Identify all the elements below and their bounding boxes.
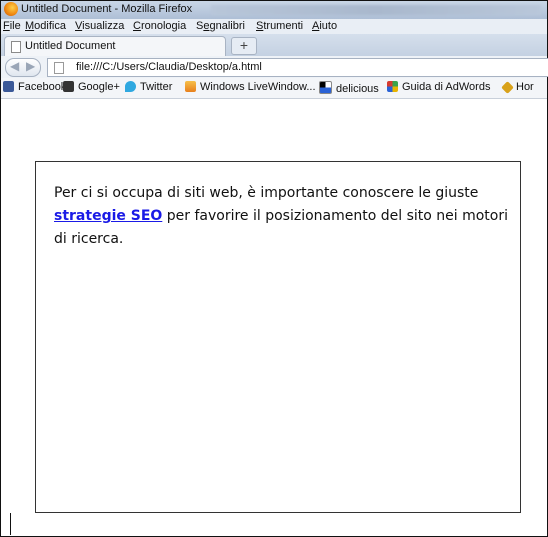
menu-segnalibri-label: gnalibri bbox=[209, 20, 245, 32]
menu-strumenti-label: trumenti bbox=[263, 20, 304, 32]
title-bar-blur bbox=[211, 5, 541, 15]
menu-aiuto[interactable]: Aiuto bbox=[312, 20, 337, 32]
bookmark-label: Twitter bbox=[140, 81, 173, 93]
menu-cronologia-label: ronologia bbox=[140, 20, 187, 32]
menu-modifica-accel: M bbox=[25, 20, 35, 32]
facebook-icon bbox=[3, 81, 14, 92]
bookmark-label: delicious bbox=[336, 83, 379, 95]
tab-untitled-document[interactable]: Untitled Document bbox=[4, 36, 226, 56]
bookmark-adwords[interactable]: Guida di AdWords bbox=[387, 81, 490, 95]
menu-cronologia[interactable]: Cronologia bbox=[133, 20, 186, 32]
bookmark-facebook[interactable]: Facebook bbox=[3, 81, 66, 95]
bookmark-label: Facebook bbox=[18, 81, 67, 93]
bookmarks-bar: Facebook Google+ Twitter Windows LiveWin… bbox=[1, 78, 547, 99]
navigation-bar: ◀ ▶ file:///C:/Users/Claudia/Desktop/a.h… bbox=[1, 56, 548, 79]
seo-strategies-link[interactable]: strategie SEO bbox=[54, 208, 162, 224]
tab-title: Untitled Document bbox=[25, 40, 116, 52]
menu-segnalibri[interactable]: Segnalibri bbox=[196, 20, 245, 32]
menu-strumenti[interactable]: Strumenti bbox=[256, 20, 303, 32]
page-content: Per ci si occupa di siti web, è importan… bbox=[1, 99, 547, 535]
content-box: Per ci si occupa di siti web, è importan… bbox=[35, 161, 521, 513]
googleplus-icon bbox=[63, 81, 74, 92]
bookmark-label: Google+ bbox=[78, 81, 120, 93]
menu-bar: File Modifica Visualizza Cronologia Segn… bbox=[1, 19, 547, 34]
bookmark-label: Windows LiveWindow... bbox=[200, 81, 316, 93]
menu-visualizza-label: isualizza bbox=[82, 20, 125, 32]
bookmark-hor[interactable]: Hor bbox=[501, 81, 534, 95]
url-bar[interactable]: file:///C:/Users/Claudia/Desktop/a.html bbox=[47, 58, 548, 77]
text-caret bbox=[10, 513, 11, 535]
delicious-icon bbox=[319, 81, 332, 94]
bookmark-googleplus[interactable]: Google+ bbox=[63, 81, 120, 95]
mail-icon bbox=[185, 81, 196, 92]
back-forward-buttons[interactable]: ◀ ▶ bbox=[5, 58, 41, 77]
forward-arrow-icon[interactable]: ▶ bbox=[26, 59, 35, 73]
firefox-icon bbox=[4, 2, 18, 16]
bookmark-icon bbox=[501, 81, 514, 94]
menu-file-label: ile bbox=[9, 20, 21, 32]
page-icon bbox=[11, 41, 21, 53]
title-bar: Untitled Document - Mozilla Firefox bbox=[1, 1, 547, 20]
page-icon bbox=[54, 62, 64, 74]
menu-visualizza[interactable]: Visualizza bbox=[75, 20, 124, 32]
back-arrow-icon[interactable]: ◀ bbox=[10, 59, 19, 73]
menu-file[interactable]: File bbox=[3, 20, 21, 32]
bookmark-windows-live[interactable]: Windows LiveWindow... bbox=[185, 81, 316, 95]
bookmark-label: Guida di AdWords bbox=[402, 81, 491, 93]
url-text[interactable]: file:///C:/Users/Claudia/Desktop/a.html bbox=[76, 61, 262, 73]
bookmark-delicious[interactable]: delicious bbox=[319, 81, 379, 95]
bookmark-label: Hor bbox=[516, 81, 534, 93]
menu-modifica-label: odifica bbox=[34, 20, 66, 32]
paragraph-text-before: Per ci si occupa di siti web, è importan… bbox=[54, 185, 479, 201]
tab-strip: Untitled Document + bbox=[1, 34, 547, 57]
twitter-icon bbox=[125, 81, 136, 92]
bookmark-twitter[interactable]: Twitter bbox=[125, 81, 172, 95]
menu-cronologia-accel: C bbox=[133, 20, 141, 32]
menu-modifica[interactable]: Modifica bbox=[25, 20, 66, 32]
menu-file-accel: F bbox=[3, 20, 10, 32]
window-title: Untitled Document - Mozilla Firefox bbox=[21, 3, 193, 15]
paragraph: Per ci si occupa di siti web, è importan… bbox=[54, 182, 524, 251]
menu-aiuto-label: iuto bbox=[319, 20, 338, 32]
adwords-icon bbox=[387, 81, 398, 92]
new-tab-button[interactable]: + bbox=[231, 37, 257, 55]
